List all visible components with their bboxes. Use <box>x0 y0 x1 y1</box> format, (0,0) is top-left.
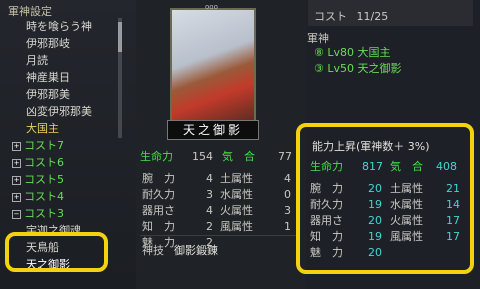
base-hp-value: 154 <box>192 150 213 163</box>
expand-icon[interactable]: + <box>12 142 21 151</box>
list-item-label: 神産巣日 <box>26 71 70 84</box>
element-value: 0 <box>284 188 291 201</box>
technique-label: 神技 <box>142 244 164 257</box>
list-item[interactable]: 伊邪那岐 <box>26 37 70 50</box>
element-value: 4 <box>284 172 291 185</box>
element-value: 3 <box>284 204 291 217</box>
cost-label-text: コスト <box>314 10 347 23</box>
army-section-label: 軍神 <box>307 32 329 45</box>
list-item-label: 時を喰らう神 <box>26 20 92 33</box>
list-group-11[interactable]: − コスト3 <box>12 207 64 220</box>
list-item-label: 伊邪那岐 <box>26 37 70 50</box>
list-group-8[interactable]: + コスト6 <box>12 156 64 169</box>
list-item-label: コスト7 <box>24 139 64 152</box>
list-item-label: コスト5 <box>24 173 64 186</box>
army-entry-text: Lv80 大国主 <box>327 46 391 59</box>
army-entry-num: ③ <box>314 62 324 75</box>
cost-label: コスト 11/25 <box>314 10 388 23</box>
list-title: 軍神設定 <box>8 5 52 18</box>
list-group-9[interactable]: + コスト5 <box>12 173 64 186</box>
collapse-icon[interactable]: − <box>12 210 21 219</box>
expand-icon[interactable]: + <box>12 193 21 202</box>
list-item[interactable]: 大国主 <box>26 122 59 135</box>
expand-icon[interactable]: + <box>12 176 21 185</box>
list-item-label: 月読 <box>26 54 48 67</box>
stat-value: 3 <box>206 188 213 201</box>
list-item[interactable]: 伊邪那美 <box>26 88 70 101</box>
army-entry-text: Lv50 天之御影 <box>327 62 402 75</box>
selection-highlight-right <box>296 123 474 274</box>
army-entry[interactable]: ⑧ Lv80 大国主 <box>314 46 391 59</box>
army-entry[interactable]: ③ Lv50 天之御影 <box>314 62 402 75</box>
list-item[interactable]: 月読 <box>26 54 48 67</box>
stat-value: 2 <box>206 220 213 233</box>
list-item-label: 凶変伊邪那美 <box>26 105 92 118</box>
base-ki-label: 気 合 <box>222 150 255 163</box>
stat-label: 腕 力 <box>142 172 175 185</box>
divider <box>140 235 300 236</box>
list-item-label: コスト4 <box>24 190 64 203</box>
cost-value: 11/25 <box>356 10 389 23</box>
technique-value: 御影鍛錬 <box>174 244 218 257</box>
element-label: 水属性 <box>220 188 253 201</box>
element-label: 土属性 <box>220 172 253 185</box>
list-item-label: 大国主 <box>26 122 59 135</box>
stat-value: 4 <box>206 204 213 217</box>
portrait-badge: ooo <box>205 3 218 11</box>
stat-value: 4 <box>206 172 213 185</box>
list-item[interactable]: 神産巣日 <box>26 71 70 84</box>
list-item-label: 伊邪那美 <box>26 88 70 101</box>
list-item[interactable]: 凶変伊邪那美 <box>26 105 92 118</box>
base-ki-value: 77 <box>278 150 292 163</box>
stat-label: 器用さ <box>142 204 175 217</box>
stat-label: 耐久力 <box>142 188 175 201</box>
stat-label: 知 力 <box>142 220 175 233</box>
list-group-10[interactable]: + コスト4 <box>12 190 64 203</box>
list-scroll-thumb[interactable] <box>118 22 122 52</box>
character-portrait <box>170 8 256 130</box>
list-item-label: コスト3 <box>24 207 64 220</box>
element-label: 火属性 <box>220 204 253 217</box>
list-item-label: コスト6 <box>24 156 64 169</box>
base-hp-label: 生命力 <box>140 150 173 163</box>
list-group-7[interactable]: + コスト7 <box>12 139 64 152</box>
character-name: 天之御影 <box>167 120 259 140</box>
list-item[interactable]: 時を喰らう神 <box>26 20 92 33</box>
element-label: 風属性 <box>220 220 253 233</box>
selection-highlight-left <box>5 232 108 272</box>
army-entry-num: ⑧ <box>314 46 324 59</box>
expand-icon[interactable]: + <box>12 159 21 168</box>
element-value: 1 <box>284 220 291 233</box>
